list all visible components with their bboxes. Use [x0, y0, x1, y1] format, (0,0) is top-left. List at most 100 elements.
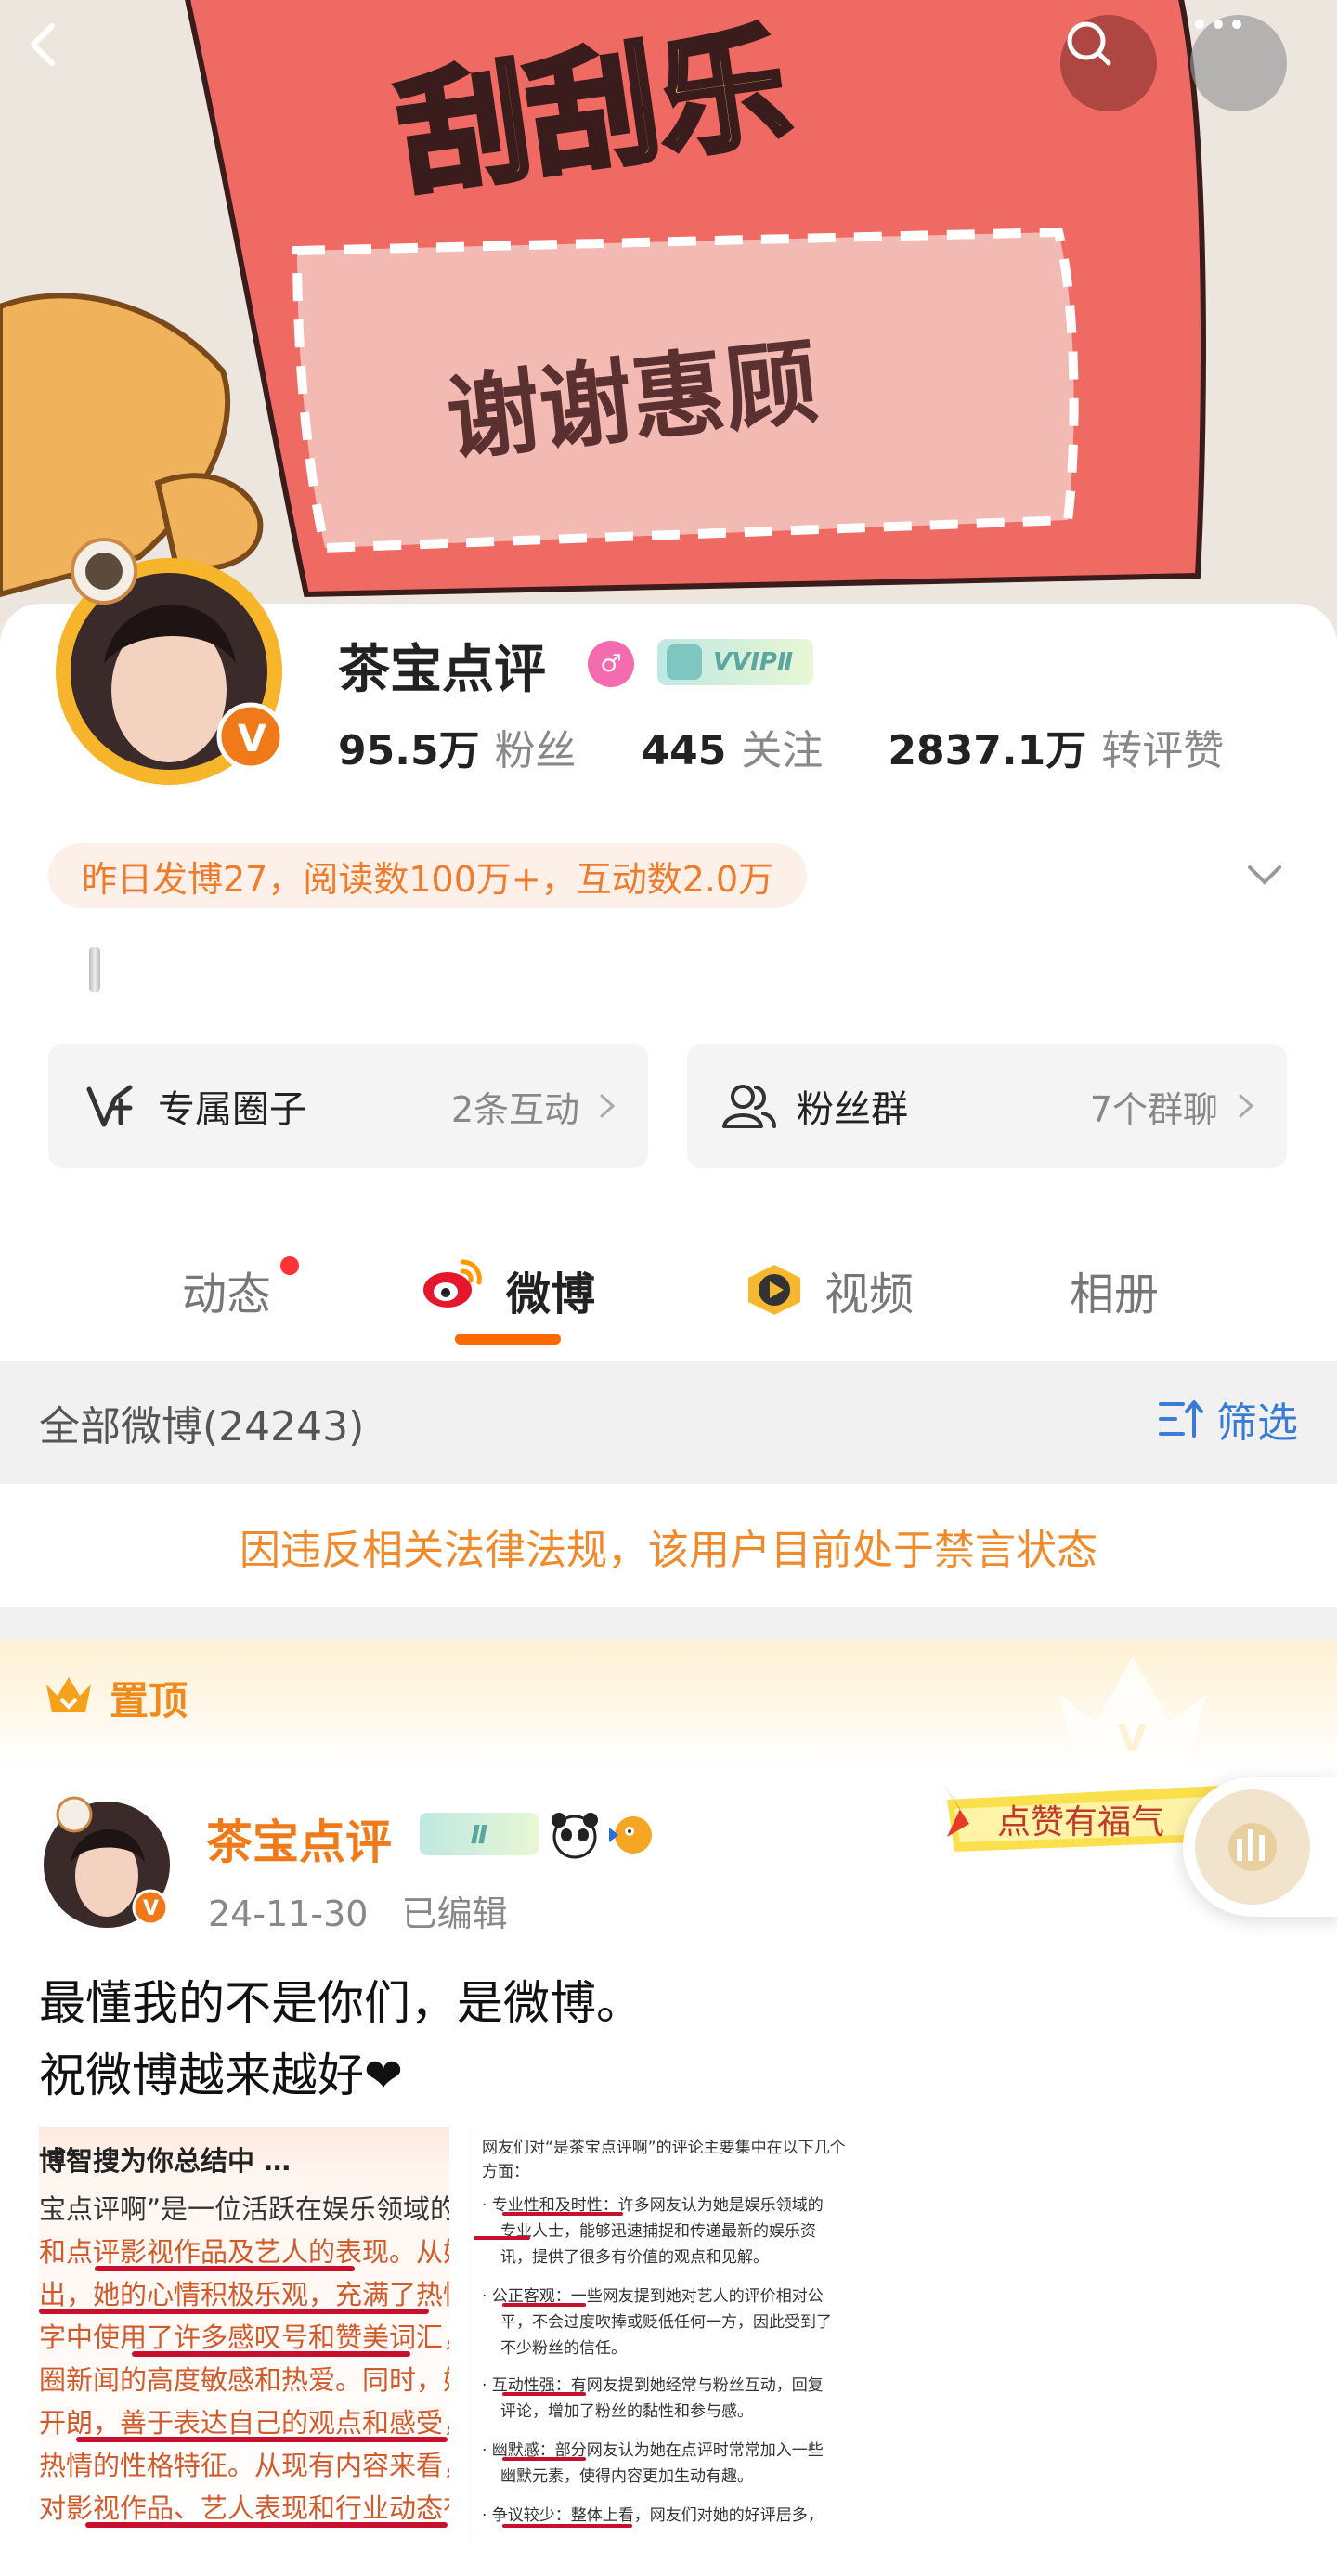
following-count[interactable]: 445	[642, 727, 727, 774]
image1-line: 出，她的心情积极乐观，充满了热情和兴奋	[39, 2279, 449, 2310]
profile-page: 刮刮乐 谢谢惠顾 V 茶宝点评 ♂ VVIPⅡ 95.5万 粉丝 445 关注 …	[0, 0, 1337, 2576]
daily-summary-pill[interactable]: 昨日发博27，阅读数100万+，互动数2.0万	[48, 843, 808, 908]
following-label[interactable]: 关注	[741, 717, 823, 776]
red-underline	[502, 2303, 586, 2307]
section-divider	[0, 1607, 1337, 1640]
svg-text:V: V	[1118, 1718, 1147, 1761]
fan-group-card[interactable]: 粉丝群 7个群聊	[687, 1044, 1287, 1168]
followers-count[interactable]: 95.5万	[338, 717, 480, 776]
red-underline	[502, 2392, 586, 2396]
fan-group-title: 粉丝群	[797, 1088, 908, 1131]
back-icon	[31, 23, 55, 66]
image1-line: 圈新闻的高度敏感和热爱。同时，她的话语	[39, 2364, 449, 2396]
filter-label: 筛选	[1216, 1399, 1298, 1447]
post-text-line2: 祝微博越来越好❤	[39, 2049, 403, 2102]
fish-icon	[609, 1816, 652, 1854]
filter-icon	[1159, 1400, 1203, 1438]
vvip-label: VVIPⅡ	[713, 648, 794, 676]
member-badge-icon[interactable]: ♂	[588, 641, 634, 687]
post-author-name[interactable]: 茶宝点评	[206, 1805, 392, 1872]
fan-group-subtitle: 7个群聊	[1089, 1088, 1218, 1130]
all-weibo-count[interactable]: 全部微博(24243)	[39, 1393, 364, 1452]
image2-line: 讯，提供了很多有价值的观点和见解。	[500, 2248, 769, 2267]
people-icon	[720, 1078, 776, 1134]
image2-line: 平，不会过度吹捧或贬低任何一方，因此受到了	[500, 2313, 832, 2332]
circle-subtitle: 2条互动	[450, 1088, 579, 1130]
back-button[interactable]	[19, 19, 115, 115]
more-icon	[1195, 20, 1241, 29]
crown-icon	[46, 1677, 91, 1712]
post-image-1[interactable]: 博智搜为你总结中 … 宝点评啊”是一位活跃在娱乐领域的博主, 和点评影视作品及艺…	[39, 2127, 449, 2539]
circle-title: 专属圈子	[158, 1088, 306, 1131]
profile-name: 茶宝点评	[338, 640, 546, 700]
search-button[interactable]	[1060, 15, 1157, 111]
vvip-badge[interactable]: VVIPⅡ	[657, 639, 814, 685]
red-underline	[95, 2266, 355, 2271]
exclusive-circle-card[interactable]: 专属圈子 2条互动	[48, 1044, 648, 1168]
followers-label[interactable]: 粉丝	[495, 717, 577, 776]
image2-line: 幽默元素，使得内容更加生动有趣。	[500, 2467, 753, 2486]
red-underline	[132, 2351, 410, 2357]
chevron-down-icon[interactable]	[1244, 854, 1285, 895]
image2-line: 不少粉丝的信任。	[500, 2339, 627, 2358]
post-image-2[interactable]: 网友们对“是茶宝点评啊”的评论主要集中在以下几个 方面： · 专业性和及时性：许…	[474, 2127, 873, 2539]
video-icon	[748, 1265, 800, 1315]
chevron-right-icon	[1239, 1094, 1254, 1118]
image1-line: 对影视作品、艺人表现和行业动态有着浓	[39, 2492, 449, 2524]
post-meta: 24-11-30 已编辑	[208, 1885, 508, 1936]
intro-placeholder-bar	[89, 947, 100, 992]
panda-icon	[552, 1813, 598, 1859]
music-disc-icon	[1195, 1789, 1310, 1905]
image1-line: 开朗，善于表达自己的观点和感受，体现出	[39, 2407, 449, 2439]
likes-label: 转评赞	[1101, 727, 1225, 774]
image1-line: 热情的性格特征。从现有内容来看，“是茶	[39, 2450, 449, 2481]
post-author-avatar[interactable]: V	[37, 1792, 176, 1932]
filter-button[interactable]: 筛选	[1159, 1391, 1298, 1447]
search-icon	[1067, 21, 1111, 66]
like-banner-text: 点赞有福气	[997, 1803, 1164, 1841]
banned-notice: 因违反相关法律法规，该用户目前处于禁言状态	[0, 1486, 1337, 1607]
likes-count: 2837.1万	[888, 727, 1087, 774]
red-underline	[502, 2524, 632, 2528]
tab-weibo[interactable]: 微博	[506, 1257, 595, 1322]
red-underline	[474, 2236, 530, 2240]
unread-dot	[280, 1256, 299, 1275]
pinned-label: 置顶	[110, 1678, 188, 1724]
profile-stats: 95.5万 粉丝 445 关注 2837.1万 转评赞	[338, 717, 1289, 776]
post-body: 最懂我的不是你们，是微博。 祝微博越来越好❤	[39, 1967, 643, 2112]
image1-line: 和点评影视作品及艺人的表现。从她的发文	[39, 2236, 449, 2268]
red-underline	[76, 2437, 448, 2442]
weibo-logo-icon	[423, 1259, 482, 1308]
chevron-right-icon	[600, 1094, 616, 1118]
post-text-line1: 最懂我的不是你们，是微博。	[39, 1976, 643, 2030]
active-tab-indicator	[455, 1334, 561, 1345]
red-underline	[502, 2212, 623, 2216]
tab-dongtai[interactable]: 动态	[182, 1257, 271, 1322]
circle-icon	[82, 1078, 137, 1134]
vvip-icon	[667, 644, 702, 680]
avatar[interactable]: V	[39, 525, 299, 794]
red-underline	[39, 2309, 429, 2314]
svg-text:V: V	[238, 718, 266, 761]
music-player-button[interactable]	[1183, 1777, 1337, 1917]
post-date: 24-11-30	[208, 1893, 369, 1934]
svg-text:V: V	[143, 1897, 159, 1920]
red-underline	[85, 2522, 448, 2528]
tab-album[interactable]: 相册	[1070, 1257, 1159, 1322]
image1-line: 博智搜为你总结中 …	[39, 2145, 292, 2177]
post-vip-badge[interactable]: Ⅱ	[420, 1813, 539, 1855]
image2-line: 网友们对“是茶宝点评啊”的评论主要集中在以下几个	[482, 2139, 846, 2157]
profile-tabs: 动态 微博 视频 相册	[0, 1235, 1337, 1356]
image2-line: 专业人士，能够迅速捕捉和传递最新的娱乐资	[500, 2222, 816, 2241]
crown-watermark-icon: V	[1058, 1657, 1207, 1763]
more-button[interactable]	[1190, 15, 1287, 111]
red-underline	[502, 2457, 586, 2461]
avatar-image: V	[56, 538, 285, 785]
post-edited[interactable]: 已编辑	[402, 1893, 508, 1934]
image2-line: 方面：	[482, 2163, 529, 2181]
tab-video[interactable]: 视频	[824, 1257, 914, 1322]
image2-line: · 争议较少：整体上看，网友们对她的好评居多，	[482, 2506, 824, 2525]
image1-line: 字中使用了许多感叹号和赞美词汇，显示	[39, 2322, 449, 2353]
image2-line: 评论，增加了粉丝的黏性和参与感。	[500, 2402, 753, 2421]
image1-line: 宝点评啊”是一位活跃在娱乐领域的博主,	[39, 2193, 449, 2225]
